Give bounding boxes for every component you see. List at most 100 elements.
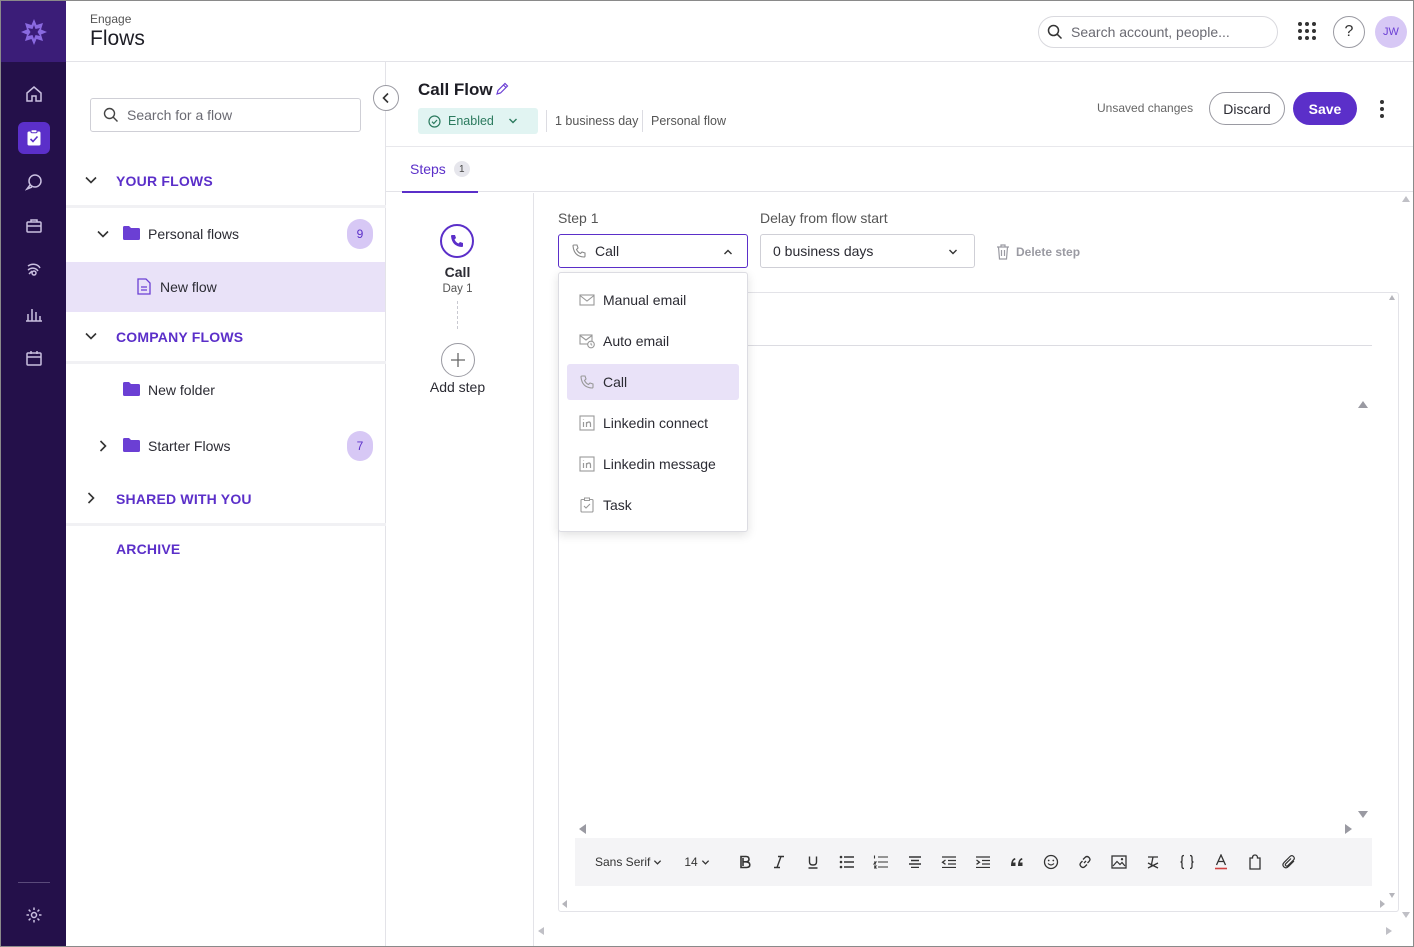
scroll-up-arrow[interactable] xyxy=(1358,401,1368,408)
page-scroll-up[interactable] xyxy=(1402,196,1410,202)
folder-icon xyxy=(123,438,140,452)
analytics-icon[interactable] xyxy=(18,298,50,330)
font-size-select[interactable]: 14 xyxy=(684,855,709,869)
editor-scroll-up[interactable] xyxy=(1389,295,1395,300)
briefcase-icon[interactable] xyxy=(18,210,50,242)
folder-icon xyxy=(123,382,140,396)
bullet-list-icon[interactable] xyxy=(830,848,864,876)
editor-scroll-right[interactable] xyxy=(1380,900,1385,908)
code-braces-icon[interactable] xyxy=(1170,848,1204,876)
help-button[interactable]: ? xyxy=(1333,16,1365,48)
settings-icon[interactable] xyxy=(18,899,50,931)
emoji-icon[interactable] xyxy=(1034,848,1068,876)
delay-select[interactable]: 0 business days xyxy=(760,234,975,268)
step-type-value: Call xyxy=(595,243,620,259)
editor-scroll-left[interactable] xyxy=(562,900,567,908)
flows-icon[interactable] xyxy=(18,122,50,154)
task-icon xyxy=(580,497,594,513)
phone-icon xyxy=(451,235,463,247)
editor-scroll-down[interactable] xyxy=(1389,893,1395,898)
home-icon[interactable] xyxy=(18,78,50,110)
discard-button[interactable]: Discard xyxy=(1209,92,1285,125)
status-label: Enabled xyxy=(448,114,494,128)
add-step-button[interactable] xyxy=(441,343,475,377)
attachment-icon[interactable] xyxy=(1272,848,1306,876)
apps-grid-icon[interactable] xyxy=(1296,20,1318,42)
scroll-right-arrow[interactable] xyxy=(1345,824,1352,834)
snippet-icon[interactable] xyxy=(1238,848,1272,876)
section-shared-with-you[interactable]: SHARED WITH YOU xyxy=(66,474,386,524)
conversations-icon[interactable] xyxy=(18,166,50,198)
step-type-select[interactable]: Call xyxy=(558,234,748,268)
step-card-call[interactable] xyxy=(440,224,474,258)
tab-steps[interactable]: Steps 1 xyxy=(402,147,478,193)
section-company-flows[interactable]: COMPANY FLOWS xyxy=(66,312,386,362)
font-family-select[interactable]: Sans Serif xyxy=(595,855,662,869)
delete-step-label: Delete step xyxy=(1016,245,1081,259)
italic-icon[interactable] xyxy=(762,848,796,876)
status-dropdown[interactable]: Enabled xyxy=(418,108,538,134)
bold-icon[interactable] xyxy=(728,848,762,876)
section-your-flows[interactable]: YOUR FLOWS xyxy=(66,156,386,206)
step-day: Day 1 xyxy=(442,283,473,295)
count-badge: 9 xyxy=(347,219,373,249)
link-icon[interactable] xyxy=(1068,848,1102,876)
divider xyxy=(66,205,386,208)
divider xyxy=(66,361,386,364)
quote-icon[interactable] xyxy=(1000,848,1034,876)
menu-item-linkedin-connect[interactable]: Linkedin connect xyxy=(567,405,739,441)
folder-starter-flows[interactable]: Starter Flows 7 xyxy=(66,421,385,471)
menu-item-auto-email[interactable]: Auto email xyxy=(567,323,739,359)
page-scroll-right[interactable] xyxy=(1386,927,1392,935)
save-button[interactable]: Save xyxy=(1293,92,1357,125)
image-icon[interactable] xyxy=(1102,848,1136,876)
mail-icon xyxy=(579,294,595,306)
flow-search-input[interactable]: Search for a flow xyxy=(90,98,361,132)
font-size-value: 14 xyxy=(684,855,698,869)
chevron-down-icon xyxy=(85,332,97,340)
menu-item-manual-email[interactable]: Manual email xyxy=(567,282,739,318)
section-archive[interactable]: ARCHIVE xyxy=(66,524,386,574)
menu-item-task[interactable]: Task xyxy=(567,487,739,523)
menu-item-call[interactable]: Call xyxy=(567,364,739,400)
calendar-icon[interactable] xyxy=(18,342,50,374)
flow-duration: 1 business day xyxy=(555,114,639,128)
indent-icon[interactable] xyxy=(966,848,1000,876)
menu-item-linkedin-message[interactable]: Linkedin message xyxy=(567,446,739,482)
more-options-icon[interactable] xyxy=(1372,98,1392,120)
avatar[interactable]: JW xyxy=(1375,16,1407,48)
outdent-icon[interactable] xyxy=(932,848,966,876)
tab-count: 1 xyxy=(453,161,470,177)
global-search-input[interactable]: Search account, people... xyxy=(1038,16,1278,48)
chevron-down-icon xyxy=(949,249,957,255)
delete-step-button[interactable]: Delete step xyxy=(996,244,1080,260)
tabs-bar: Steps 1 xyxy=(386,146,1413,193)
add-step-label[interactable]: Add step xyxy=(401,379,514,395)
align-center-icon[interactable] xyxy=(898,848,932,876)
scroll-left-arrow[interactable] xyxy=(579,824,586,834)
menu-item-label: Auto email xyxy=(603,333,670,349)
font-family-value: Sans Serif xyxy=(595,855,651,869)
auto-email-icon xyxy=(579,334,595,349)
menu-item-label: Linkedin message xyxy=(603,456,716,472)
page-scroll-left[interactable] xyxy=(538,927,544,935)
scroll-down-arrow[interactable] xyxy=(1358,811,1368,818)
numbered-list-icon[interactable] xyxy=(864,848,898,876)
flow-search-placeholder: Search for a flow xyxy=(127,107,233,123)
folder-personal-flows[interactable]: Personal flows 9 xyxy=(66,209,385,259)
chevron-down-icon xyxy=(97,230,109,238)
folder-new-folder[interactable]: New folder xyxy=(66,365,385,415)
step-list: Call Day 1 Add step xyxy=(401,193,534,946)
breadcrumb: Engage xyxy=(90,12,132,26)
flow-item-new-flow[interactable]: New flow xyxy=(66,262,385,312)
edit-pencil-icon[interactable] xyxy=(495,82,509,96)
clear-format-icon[interactable] xyxy=(1136,848,1170,876)
trash-icon xyxy=(997,244,1009,260)
app-logo[interactable] xyxy=(1,1,66,62)
text-color-icon[interactable] xyxy=(1204,848,1238,876)
page-scroll-down[interactable] xyxy=(1402,912,1410,918)
underline-icon[interactable] xyxy=(796,848,830,876)
step-type-dropdown: Manual email Auto email Call Linkedin co… xyxy=(558,272,748,532)
chevron-down-icon xyxy=(508,118,517,124)
activity-icon[interactable] xyxy=(18,254,50,286)
